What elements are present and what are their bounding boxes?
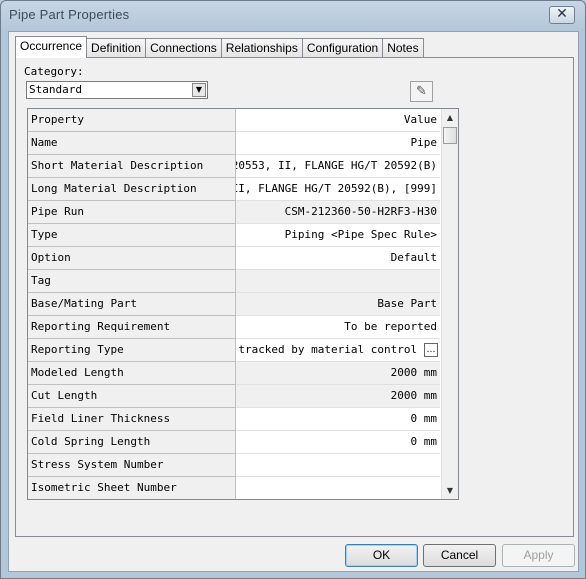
grid-rows: Property Value Name Pipe Short Material De…: [28, 109, 458, 499]
property-value-text: Base Part: [377, 297, 437, 310]
property-name-cell: Field Liner Thickness: [28, 408, 236, 431]
property-value-cell[interactable]: [236, 454, 440, 477]
property-value-cell[interactable]: Pipe: [236, 132, 440, 155]
table-row[interactable]: Base/Mating Part Base Part: [28, 293, 458, 316]
property-value-cell[interactable]: 0 mm: [236, 408, 440, 431]
property-name-cell: Modeled Length: [28, 362, 236, 385]
scroll-up-icon[interactable]: ▲: [442, 109, 458, 126]
property-name-cell: Reporting Type: [28, 339, 236, 362]
category-select[interactable]: Standard ▼: [26, 81, 208, 99]
property-grid: Property Value Name Pipe Short Material De…: [27, 108, 459, 500]
ok-button[interactable]: OK: [345, 544, 418, 567]
tab-connections[interactable]: Connections: [145, 38, 222, 58]
property-value-cell[interactable]: II, FLANGE HG/T 20592(B), [999]: [236, 178, 440, 201]
table-row[interactable]: Stress System Number: [28, 454, 458, 477]
property-name-cell: Tag: [28, 270, 236, 293]
table-row[interactable]: Name Pipe: [28, 132, 458, 155]
property-name-cell: Isometric Sheet Number: [28, 477, 236, 499]
property-value-cell[interactable]: be tracked by material control sy…: [236, 339, 440, 362]
apply-button[interactable]: Apply: [502, 544, 575, 567]
property-value-text: CSM-212360-50-H2RF3-H30: [284, 205, 437, 218]
dialog-client: Occurrence Definition Connections Relati…: [8, 31, 579, 572]
table-row[interactable]: Isometric Sheet Number: [28, 477, 458, 499]
grid-scrollbar[interactable]: ▲ ▼: [441, 109, 458, 499]
property-value-text: 2000 mm: [390, 366, 437, 379]
tab-definition[interactable]: Definition: [86, 38, 147, 58]
property-value-cell: 2000 mm: [236, 362, 440, 385]
property-name-cell: Type: [28, 224, 236, 247]
property-value-text: 2000 mm: [390, 389, 437, 402]
property-column-header: Property: [28, 109, 236, 132]
table-row[interactable]: Option Default: [28, 247, 458, 270]
category-value: Standard: [29, 83, 82, 96]
tab-configuration[interactable]: Configuration: [301, 38, 384, 58]
browse-icon[interactable]: …: [424, 343, 438, 357]
table-row[interactable]: Modeled Length 2000 mm: [28, 362, 458, 385]
property-value-text: To be reported: [344, 320, 437, 333]
property-value-text: be tracked by material control sy: [236, 343, 437, 356]
table-row[interactable]: Cold Spring Length 0 mm: [28, 431, 458, 454]
property-name-cell: Short Material Description: [28, 155, 236, 178]
property-name-cell: Pipe Run: [28, 201, 236, 224]
property-name-cell: Reporting Requirement: [28, 316, 236, 339]
property-value-cell[interactable]: /T 20553, II, FLANGE HG/T 20592(B): [236, 155, 440, 178]
property-value-cell[interactable]: Default: [236, 247, 440, 270]
property-value-cell[interactable]: [236, 477, 440, 499]
property-value-cell: 2000 mm: [236, 385, 440, 408]
table-row[interactable]: Reporting Requirement To be reported: [28, 316, 458, 339]
properties-dialog: Pipe Part Properties ✕ Occurrence Defini…: [0, 0, 586, 579]
property-name-cell: Cut Length: [28, 385, 236, 408]
occurrence-panel: Category: Standard ▼ ✎ Property Value Na…: [15, 57, 574, 537]
title-bar[interactable]: Pipe Part Properties ✕: [1, 1, 585, 29]
close-button[interactable]: ✕: [549, 6, 575, 24]
scroll-thumb[interactable]: [443, 127, 457, 144]
property-value-cell[interactable]: To be reported: [236, 316, 440, 339]
property-value-text: 0 mm: [410, 412, 438, 425]
dialog-title: Pipe Part Properties: [9, 7, 130, 22]
property-value-text: Pipe: [410, 136, 438, 149]
value-header-text: Value: [403, 113, 437, 126]
edit-grid-icon[interactable]: ✎: [410, 81, 433, 102]
category-label: Category:: [24, 65, 84, 78]
tab-notes[interactable]: Notes: [382, 38, 424, 58]
property-value-cell: CSM-212360-50-H2RF3-H30: [236, 201, 440, 224]
property-value-text: /T 20553, II, FLANGE HG/T 20592(B): [236, 159, 437, 172]
table-row[interactable]: Short Material Description/T 20553, II, …: [28, 155, 458, 178]
table-row[interactable]: Reporting Type be tracked by material con…: [28, 339, 458, 362]
property-value-cell[interactable]: 0 mm: [236, 431, 440, 454]
table-row[interactable]: Field Liner Thickness 0 mm: [28, 408, 458, 431]
tab-occurrence[interactable]: Occurrence: [15, 36, 88, 58]
property-value-text: Piping <Pipe Spec Rule>: [284, 228, 437, 241]
property-value-text: II, FLANGE HG/T 20592(B), [999]: [236, 182, 437, 195]
property-value-cell: [236, 270, 440, 293]
property-value-text: 0 mm: [410, 435, 438, 448]
property-value-cell: Base Part: [236, 293, 440, 316]
property-name-cell: Name: [28, 132, 236, 155]
property-name-cell: Option: [28, 247, 236, 270]
tab-relationships[interactable]: Relationships: [220, 38, 303, 58]
table-row[interactable]: Long Material Description II, FLANGE HG/T…: [28, 178, 458, 201]
property-name-cell: Cold Spring Length: [28, 431, 236, 454]
cancel-button[interactable]: Cancel: [423, 544, 496, 567]
grid-header-row: Property Value: [28, 109, 458, 132]
value-column-header: Value: [236, 109, 440, 132]
table-row[interactable]: Cut Length 2000 mm: [28, 385, 458, 408]
chevron-down-icon[interactable]: ▼: [192, 83, 206, 97]
property-name-cell: Stress System Number: [28, 454, 236, 477]
property-value-text: Default: [390, 251, 437, 264]
tab-strip: Occurrence Definition Connections Relati…: [15, 36, 424, 58]
scroll-down-icon[interactable]: ▼: [442, 482, 458, 499]
property-value-cell[interactable]: Piping <Pipe Spec Rule>: [236, 224, 440, 247]
property-name-cell: Base/Mating Part: [28, 293, 236, 316]
table-row[interactable]: Tag: [28, 270, 458, 293]
table-row[interactable]: Type Piping <Pipe Spec Rule>: [28, 224, 458, 247]
property-name-cell: Long Material Description: [28, 178, 236, 201]
table-row[interactable]: Pipe Run CSM-212360-50-H2RF3-H30: [28, 201, 458, 224]
